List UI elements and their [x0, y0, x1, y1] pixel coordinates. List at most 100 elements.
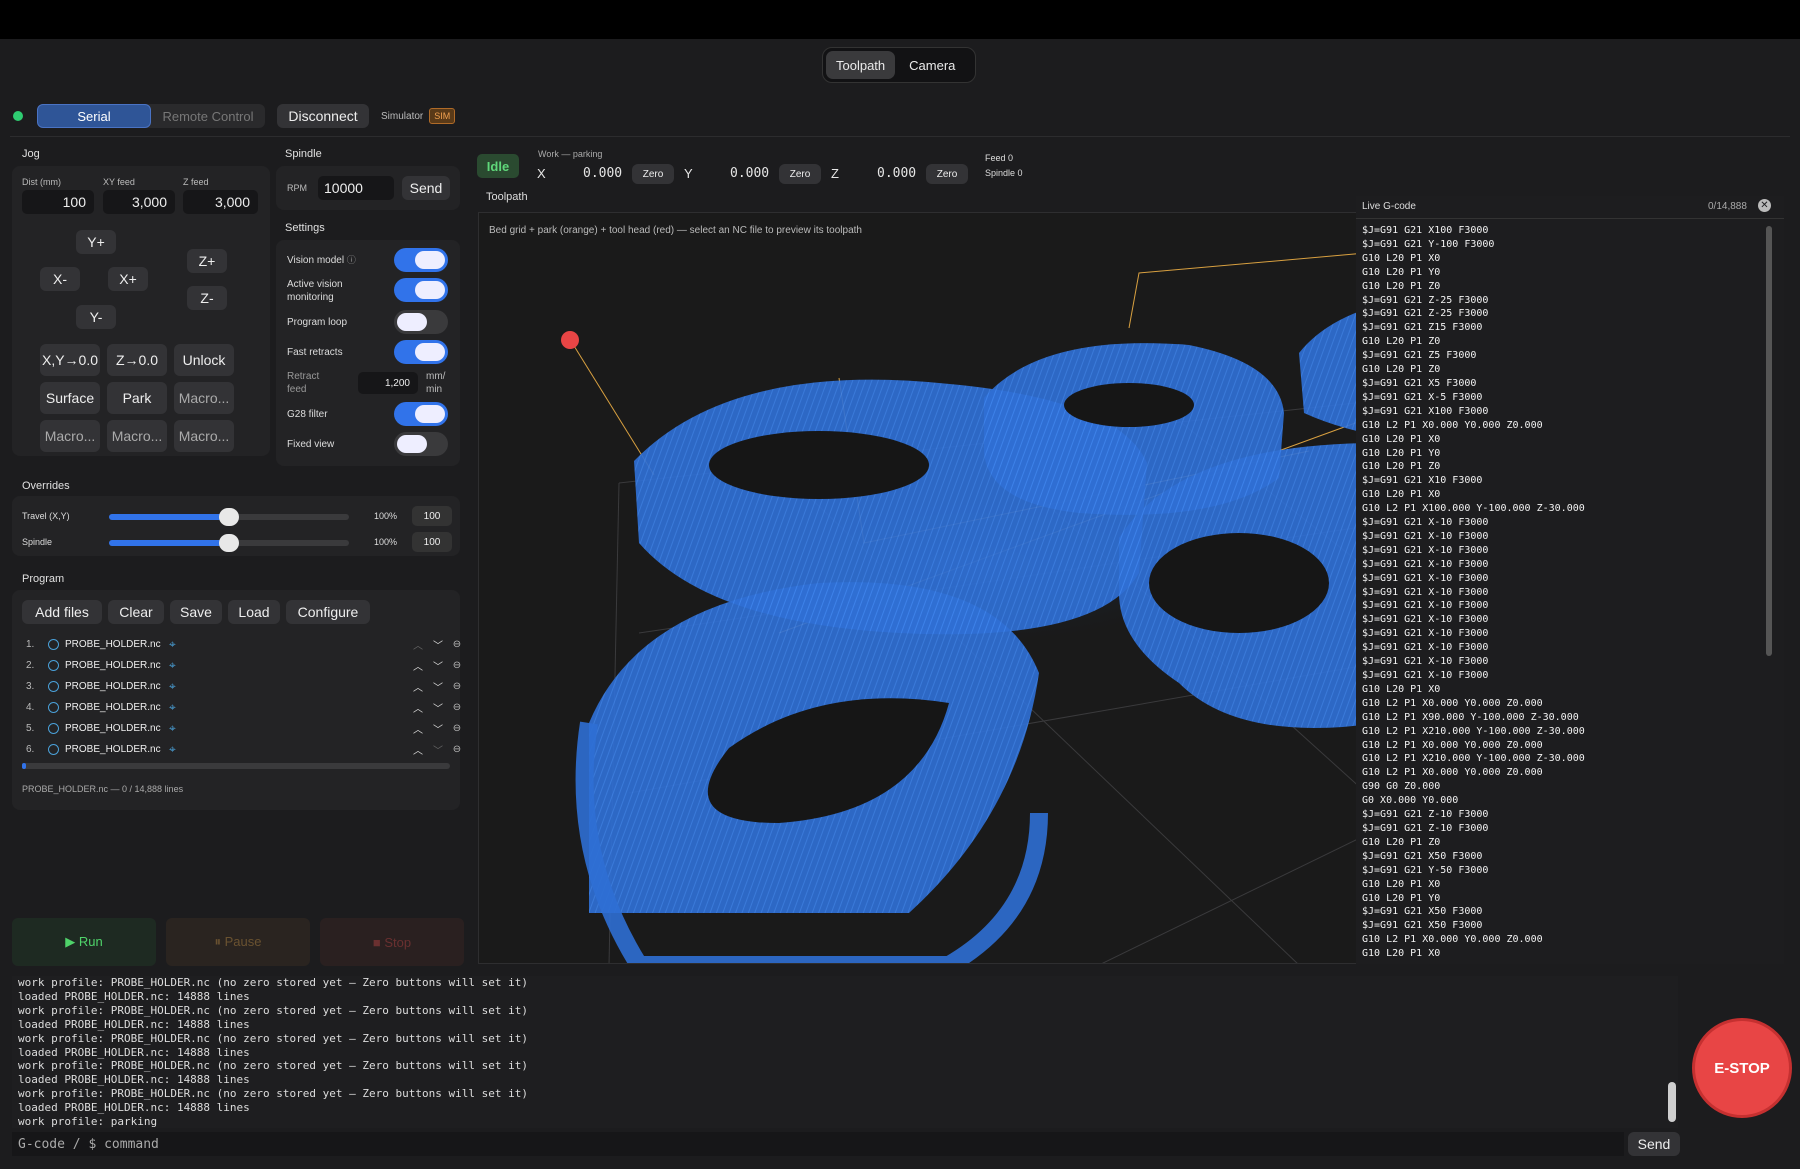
zero-axis-button[interactable]: Zero [926, 164, 968, 184]
xy-feed-input[interactable]: 3,000 [103, 190, 175, 214]
spindle-override-slider[interactable] [109, 534, 349, 552]
zero-axis-button[interactable]: Zero [632, 164, 674, 184]
travel-override-slider[interactable] [109, 508, 349, 526]
remove-icon[interactable]: ⊖ [448, 639, 466, 650]
move-up-icon[interactable]: ︿ [408, 679, 428, 694]
spindle-override-label: Spindle [22, 537, 53, 547]
add-files-button[interactable]: Add files [22, 600, 102, 624]
surface-button[interactable]: Surface [40, 382, 100, 414]
macro-button[interactable]: Macro... [174, 420, 234, 452]
gcode-line: G10 L20 P1 Y0 [1362, 892, 1441, 904]
toolpath-rings [575, 295, 1439, 963]
overrides-title: Overrides [22, 480, 70, 492]
macro-button[interactable]: Macro... [174, 382, 234, 414]
crosshair-icon[interactable]: ⌖ [169, 700, 176, 715]
program-status: PROBE_HOLDER.nc — 0 / 14,888 lines [22, 784, 184, 794]
configure-button[interactable]: Configure [286, 600, 370, 624]
zero-z-button[interactable]: Z→0.0 [107, 344, 167, 376]
crosshair-icon[interactable]: ⌖ [169, 721, 176, 736]
command-input[interactable]: G-code / $ command [12, 1132, 1624, 1156]
unlock-button[interactable]: Unlock [174, 344, 234, 376]
zero-xy-button[interactable]: X,Y→0.0 [40, 344, 100, 376]
header-divider [10, 136, 1790, 137]
jog-x-plus-button[interactable]: X+ [108, 267, 148, 291]
rpm-input[interactable]: 10000 [318, 176, 394, 200]
move-up-icon[interactable]: ︿ [408, 700, 428, 715]
remove-icon[interactable]: ⊖ [448, 681, 466, 692]
active-vision-toggle[interactable] [394, 278, 448, 302]
console-scrollbar[interactable] [1668, 1082, 1676, 1122]
move-down-icon[interactable]: ﹀ [428, 637, 448, 652]
move-down-icon[interactable]: ﹀ [428, 742, 448, 757]
live-gcode-title: Live G-code [1362, 201, 1416, 212]
run-button[interactable]: ▶ Run [12, 918, 156, 966]
gcode-line: G10 L20 P1 X0 [1362, 878, 1441, 890]
clear-button[interactable]: Clear [108, 600, 164, 624]
spindle-override-input[interactable]: 100 [412, 532, 452, 552]
program-loop-toggle[interactable] [394, 310, 448, 334]
slider-knob[interactable] [219, 508, 239, 526]
remove-icon[interactable]: ⊖ [448, 660, 466, 671]
program-file-row[interactable]: 4. PROBE_HOLDER.nc ⌖ ︿ ﹀ ⊖ [26, 697, 466, 718]
stop-button[interactable]: ■ Stop [320, 918, 464, 966]
disconnect-button[interactable]: Disconnect [277, 104, 369, 128]
save-button[interactable]: Save [170, 600, 222, 624]
fixed-view-toggle[interactable] [394, 432, 448, 456]
park-button[interactable]: Park [107, 382, 167, 414]
jog-z-minus-button[interactable]: Z- [187, 286, 227, 310]
console-line: loaded PROBE_HOLDER.nc: 14888 lines [18, 1045, 250, 1059]
info-icon[interactable]: ⓘ [347, 255, 356, 265]
remove-icon[interactable]: ⊖ [448, 723, 466, 734]
gcode-line: $J=G91 G21 X-10 F3000 [1362, 600, 1489, 612]
move-up-icon[interactable]: ︿ [408, 721, 428, 736]
z-feed-input[interactable]: 3,000 [183, 190, 258, 214]
crosshair-icon[interactable]: ⌖ [169, 658, 176, 673]
console-line: work profile: PROBE_HOLDER.nc (no zero s… [18, 976, 528, 989]
estop-button[interactable]: E-STOP [1692, 1018, 1792, 1118]
retract-feed-input[interactable]: 1,200 [358, 372, 418, 394]
tab-camera[interactable]: Camera [899, 51, 965, 79]
remove-icon[interactable]: ⊖ [448, 744, 466, 755]
move-down-icon[interactable]: ﹀ [428, 700, 448, 715]
gcode-line: G10 L2 P1 X0.000 Y0.000 Z0.000 [1362, 934, 1543, 946]
mode-remote-control[interactable]: Remote Control [151, 104, 265, 128]
close-icon[interactable]: ✕ [1758, 199, 1771, 212]
pause-button[interactable]: ⏸ Pause [166, 918, 310, 966]
crosshair-icon[interactable]: ⌖ [169, 679, 176, 694]
crosshair-icon[interactable]: ⌖ [169, 742, 176, 757]
macro-button[interactable]: Macro... [107, 420, 167, 452]
gcode-scrollbar[interactable] [1766, 226, 1772, 656]
jog-y-plus-button[interactable]: Y+ [76, 230, 116, 254]
move-up-icon[interactable]: ︿ [408, 658, 428, 673]
program-file-row[interactable]: 6. PROBE_HOLDER.nc ⌖ ︿ ﹀ ⊖ [26, 739, 466, 760]
move-down-icon[interactable]: ﹀ [428, 679, 448, 694]
tab-toolpath[interactable]: Toolpath [826, 51, 896, 79]
jog-x-minus-button[interactable]: X- [40, 267, 80, 291]
move-up-icon[interactable]: ︿ [408, 742, 428, 757]
macro-button[interactable]: Macro... [40, 420, 100, 452]
zero-axis-button[interactable]: Zero [779, 164, 821, 184]
mode-serial[interactable]: Serial [37, 104, 151, 128]
slider-knob[interactable] [219, 534, 239, 552]
move-down-icon[interactable]: ﹀ [428, 658, 448, 673]
move-down-icon[interactable]: ﹀ [428, 721, 448, 736]
fast-retracts-toggle[interactable] [394, 340, 448, 364]
load-button[interactable]: Load [228, 600, 280, 624]
program-file-row[interactable]: 1. PROBE_HOLDER.nc ⌖ ︿ ﹀ ⊖ [26, 634, 466, 655]
program-file-row[interactable]: 2. PROBE_HOLDER.nc ⌖ ︿ ﹀ ⊖ [26, 655, 466, 676]
g28-filter-toggle[interactable] [394, 402, 448, 426]
remove-icon[interactable]: ⊖ [448, 702, 466, 713]
dist-input[interactable]: 100 [22, 190, 94, 214]
program-file-row[interactable]: 3. PROBE_HOLDER.nc ⌖ ︿ ﹀ ⊖ [26, 676, 466, 697]
jog-y-minus-button[interactable]: Y- [76, 305, 116, 329]
move-up-icon[interactable]: ︿ [408, 637, 428, 652]
spindle-send-button[interactable]: Send [402, 176, 450, 200]
jog-z-plus-button[interactable]: Z+ [187, 249, 227, 273]
travel-override-input[interactable]: 100 [412, 506, 452, 526]
command-send-button[interactable]: Send [1628, 1132, 1680, 1156]
program-file-row[interactable]: 5. PROBE_HOLDER.nc ⌖ ︿ ﹀ ⊖ [26, 718, 466, 739]
program-progress-bar [22, 763, 450, 769]
crosshair-icon[interactable]: ⌖ [169, 637, 176, 652]
live-gcode-counter: 0/14,888 [1708, 201, 1747, 212]
vision-model-toggle[interactable] [394, 248, 448, 272]
